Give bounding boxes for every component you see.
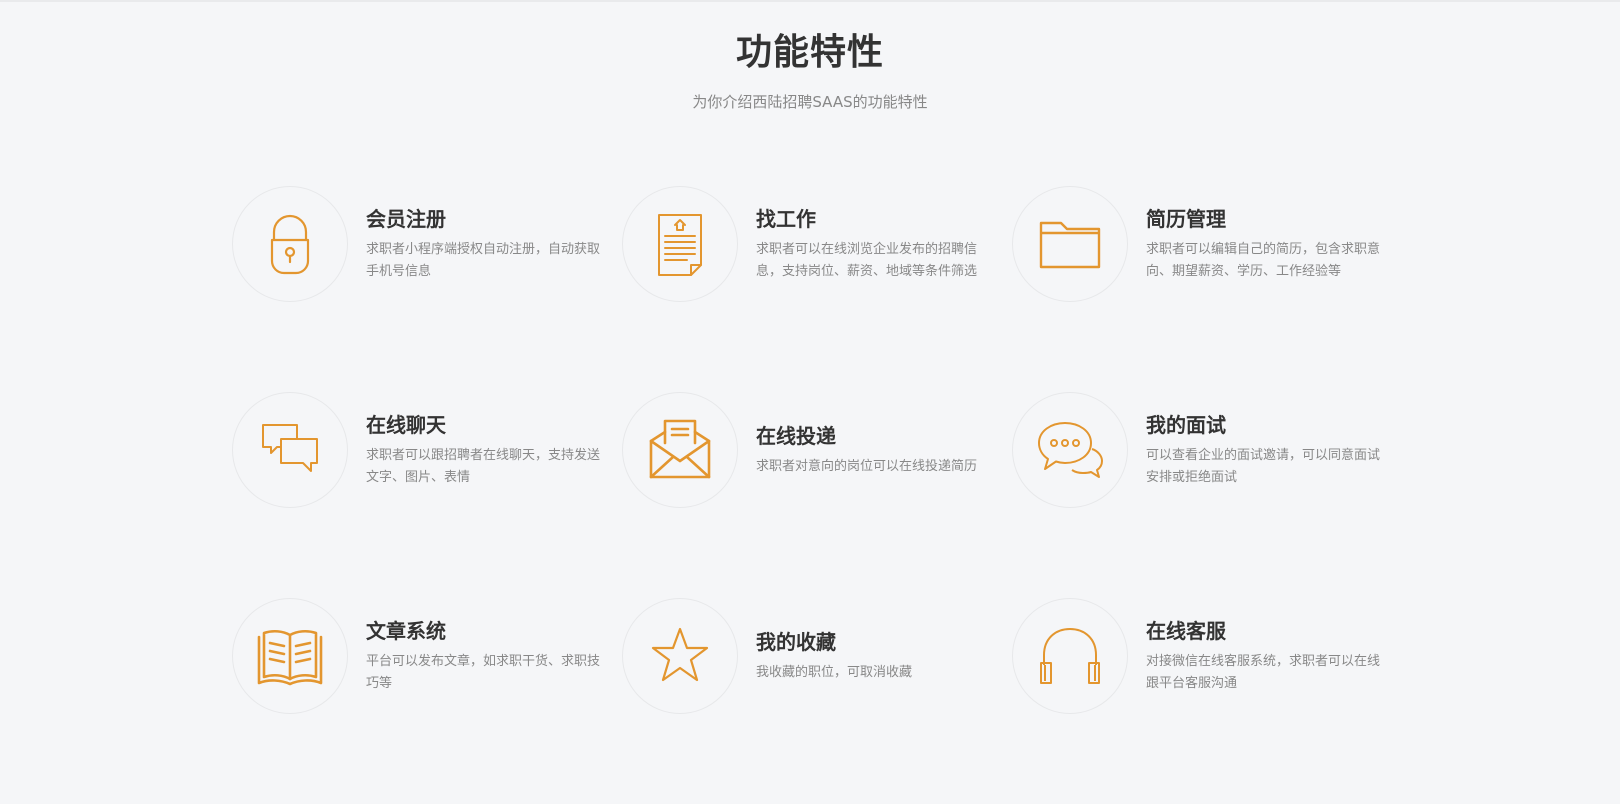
document-icon xyxy=(658,214,702,276)
top-divider xyxy=(0,0,1620,2)
feature-title: 找工作 xyxy=(756,207,816,231)
folder-icon xyxy=(1039,221,1101,269)
feature-icon-circle xyxy=(232,186,348,302)
feature-icon-circle xyxy=(1012,392,1128,508)
feature-my-favorites: 我的收藏 我收藏的职位，可取消收藏 xyxy=(622,598,1012,718)
feature-description: 平台可以发布文章，如求职干货、求职技巧等 xyxy=(366,654,601,691)
feature-description: 可以查看企业的面试邀请，可以同意面试安排或拒绝面试 xyxy=(1146,448,1381,485)
feature-description: 我收藏的职位，可取消收藏 xyxy=(756,665,913,680)
star-icon xyxy=(651,627,709,682)
feature-text: 文章系统 平台可以发布文章，如求职干货、求职技巧等 xyxy=(366,598,602,714)
envelope-icon xyxy=(649,419,711,479)
page-subtitle: 为你介绍西陆招聘SAAS的功能特性 xyxy=(692,93,928,111)
feature-resume-management: 简历管理 求职者可以编辑自己的简历，包含求职意向、期望薪资、学历、工作经验等 xyxy=(1012,186,1402,306)
feature-title: 会员注册 xyxy=(366,207,446,231)
feature-description: 求职者可以跟招聘者在线聊天，支持发送文字、图片、表情 xyxy=(366,448,601,485)
feature-icon-circle xyxy=(1012,186,1128,302)
feature-description: 对接微信在线客服系统，求职者可以在线跟平台客服沟通 xyxy=(1146,654,1381,691)
feature-icon-circle xyxy=(622,598,738,714)
feature-article-system: 文章系统 平台可以发布文章，如求职干货、求职技巧等 xyxy=(232,598,622,718)
feature-title: 简历管理 xyxy=(1146,207,1226,231)
feature-icon-circle xyxy=(1012,598,1128,714)
feature-online-service: 在线客服 对接微信在线客服系统，求职者可以在线跟平台客服沟通 xyxy=(1012,598,1402,718)
feature-text: 在线聊天 求职者可以跟招聘者在线聊天，支持发送文字、图片、表情 xyxy=(366,392,602,508)
speech-bubble-icon xyxy=(1038,422,1103,478)
feature-title: 我的收藏 xyxy=(756,630,836,654)
feature-icon-circle xyxy=(232,392,348,508)
feature-text: 会员注册 求职者小程序端授权自动注册，自动获取手机号信息 xyxy=(366,186,602,302)
feature-grid: 会员注册 求职者小程序端授权自动注册，自动获取手机号信息 找工作 求职者可以在线… xyxy=(232,186,1412,804)
feature-title: 我的面试 xyxy=(1146,413,1226,437)
feature-icon-circle xyxy=(622,392,738,508)
feature-title: 在线客服 xyxy=(1146,619,1226,643)
feature-title: 文章系统 xyxy=(366,619,446,643)
feature-online-delivery: 在线投递 求职者对意向的岗位可以在线投递简历 xyxy=(622,392,1012,512)
page-title: 功能特性 xyxy=(735,32,884,73)
feature-description: 求职者小程序端授权自动注册，自动获取手机号信息 xyxy=(366,242,601,279)
feature-online-chat: 在线聊天 求职者可以跟招聘者在线聊天，支持发送文字、图片、表情 xyxy=(232,392,622,512)
feature-text: 找工作 求职者可以在线浏览企业发布的招聘信息，支持岗位、薪资、地域等条件筛选 xyxy=(756,186,992,302)
feature-icon-circle xyxy=(622,186,738,302)
feature-title: 在线聊天 xyxy=(366,413,446,437)
feature-description: 求职者对意向的岗位可以在线投递简历 xyxy=(756,459,978,474)
feature-text: 简历管理 求职者可以编辑自己的简历，包含求职意向、期望薪资、学历、工作经验等 xyxy=(1146,186,1382,302)
feature-text: 在线投递 求职者对意向的岗位可以在线投递简历 xyxy=(756,392,992,508)
feature-title: 在线投递 xyxy=(756,424,836,448)
feature-description: 求职者可以编辑自己的简历，包含求职意向、期望薪资、学历、工作经验等 xyxy=(1146,242,1381,279)
chat-bubbles-icon xyxy=(262,424,318,472)
feature-my-interview: 我的面试 可以查看企业的面试邀请，可以同意面试安排或拒绝面试 xyxy=(1012,392,1402,512)
headphones-icon xyxy=(1040,628,1100,684)
feature-description: 求职者可以在线浏览企业发布的招聘信息，支持岗位、薪资、地域等条件筛选 xyxy=(756,242,978,279)
feature-find-job: 找工作 求职者可以在线浏览企业发布的招聘信息，支持岗位、薪资、地域等条件筛选 xyxy=(622,186,1012,306)
lock-icon xyxy=(270,214,310,275)
section-header: 功能特性 为你介绍西陆招聘SAAS的功能特性 xyxy=(0,28,1620,112)
feature-member-registration: 会员注册 求职者小程序端授权自动注册，自动获取手机号信息 xyxy=(232,186,622,306)
feature-icon-circle xyxy=(232,598,348,714)
book-icon xyxy=(257,629,323,686)
feature-text: 我的面试 可以查看企业的面试邀请，可以同意面试安排或拒绝面试 xyxy=(1146,392,1382,508)
feature-text: 在线客服 对接微信在线客服系统，求职者可以在线跟平台客服沟通 xyxy=(1146,598,1382,714)
feature-text: 我的收藏 我收藏的职位，可取消收藏 xyxy=(756,598,992,714)
